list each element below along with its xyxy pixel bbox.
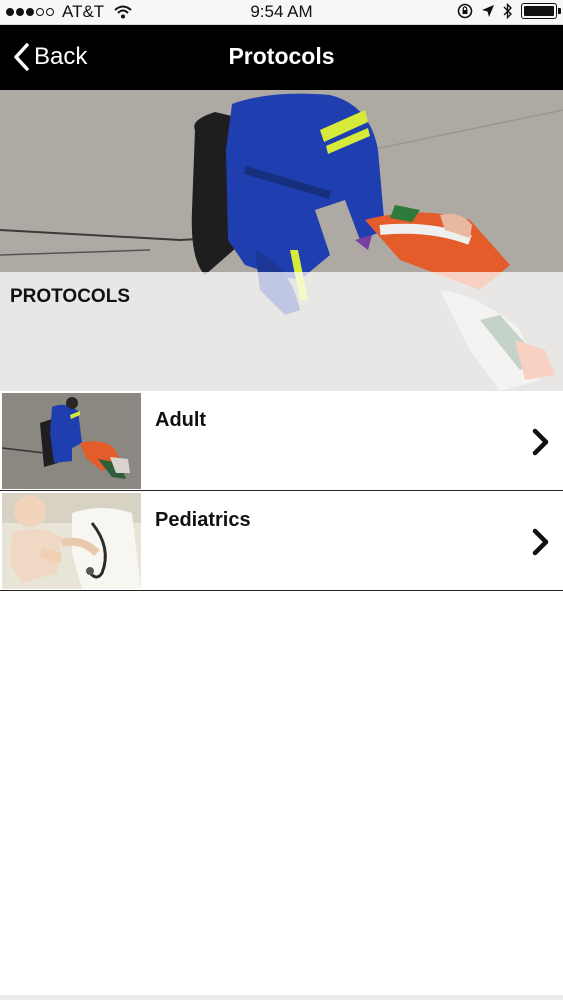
list-item-adult[interactable]: Adult (0, 391, 563, 491)
battery-fill (524, 6, 554, 16)
list-item-label: Adult (155, 409, 207, 431)
chevron-right-icon (532, 428, 549, 456)
status-bar: AT&T 9:54 AM (0, 0, 563, 25)
pediatrics-thumbnail (2, 493, 141, 589)
battery-icon (521, 3, 561, 19)
pediatrics-thumbnail-image (2, 493, 141, 589)
protocol-list: Adult Pediatrics (0, 391, 563, 591)
list-item-label: Pediatrics (155, 509, 251, 531)
page-title: Protocols (228, 43, 335, 69)
chevron-right-icon (532, 528, 549, 556)
list-item-pediatrics[interactable]: Pediatrics (0, 491, 563, 591)
status-right (457, 3, 561, 19)
navigation-bar: Back Protocols (0, 25, 563, 90)
hero-banner: PROTOCOLS (0, 90, 563, 391)
lock-rotation-icon (457, 3, 473, 19)
adult-thumbnail-image (2, 393, 141, 489)
bluetooth-icon (503, 3, 512, 19)
adult-thumbnail (2, 393, 141, 489)
bottom-edge (0, 995, 563, 1000)
hero-heading: PROTOCOLS (10, 286, 130, 307)
location-arrow-icon (482, 5, 494, 17)
